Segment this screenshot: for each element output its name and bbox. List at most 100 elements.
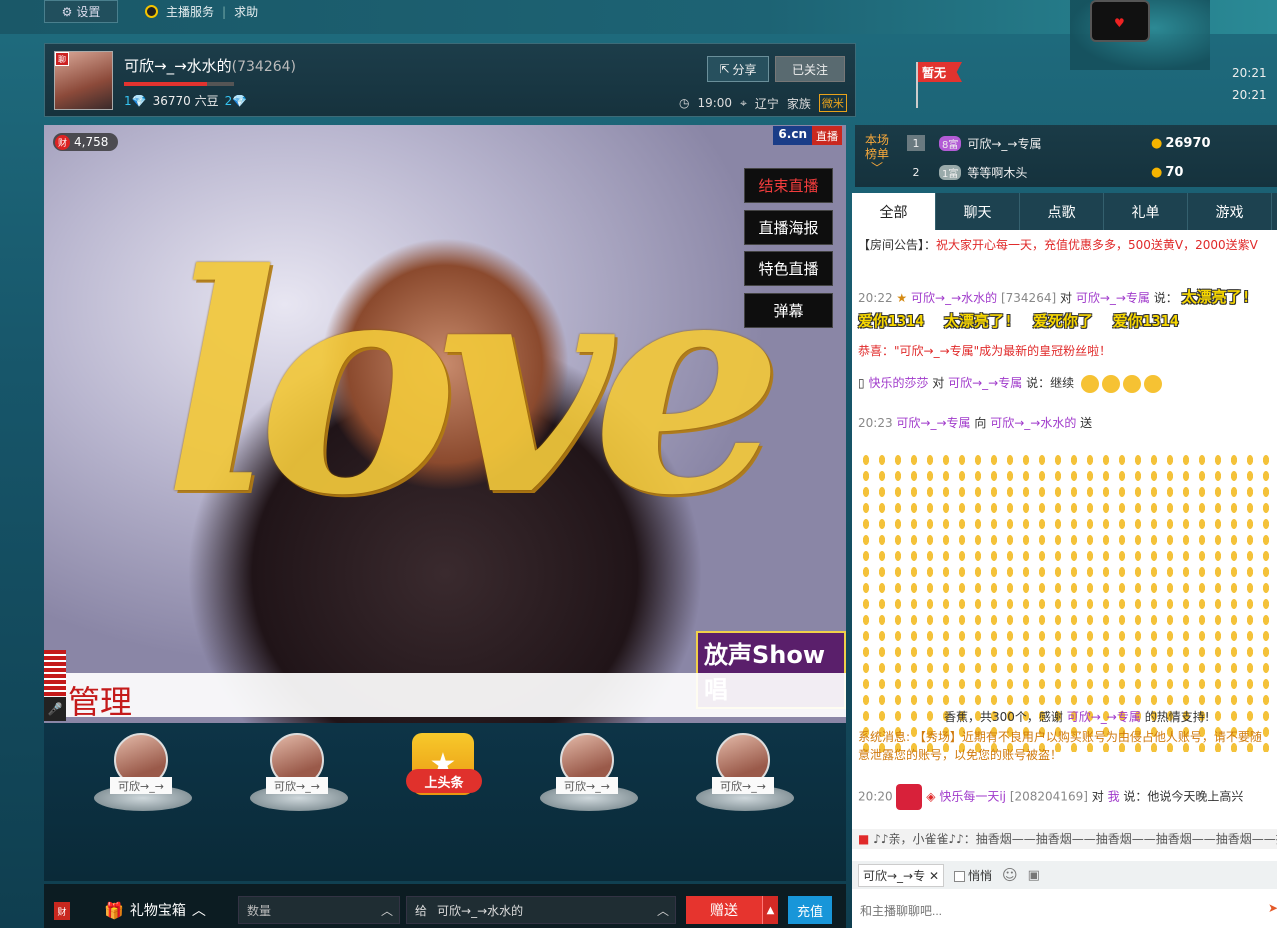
diamond-icon: 1💎 xyxy=(124,93,147,108)
seat[interactable]: 可欣→_→ xyxy=(94,733,192,813)
thinking-emoji-icon xyxy=(1080,374,1099,393)
ranking-title[interactable]: 本场榜单 ﹀ xyxy=(863,133,891,175)
settings-button[interactable]: ⚙ 设置 xyxy=(44,0,118,23)
notice-prefix: 【房间公告】： xyxy=(858,238,937,252)
site-logo: 6.cn xyxy=(773,126,812,145)
gift-icon: 🎁 xyxy=(104,900,124,920)
message-time: 20:20 xyxy=(858,789,893,804)
recipient-name: 可欣→_→水水的 xyxy=(437,903,524,918)
recipient-select[interactable]: 给 可欣→_→水水的 ︿ xyxy=(406,896,676,924)
notice-text: 祝大家开心每一天，充值优惠多多，500送黄V，2000送紫V xyxy=(936,238,1258,252)
send-arrow-icon[interactable]: ➤ xyxy=(1268,901,1277,915)
family-tag[interactable]: 微米 xyxy=(818,94,847,112)
host-stats: 1💎 36770 六豆 2💎 xyxy=(124,92,247,109)
rank-user: 可欣→_→专属 xyxy=(967,136,1042,151)
microphone-icon[interactable]: 🎤 xyxy=(44,697,66,721)
rank-number: 2 xyxy=(912,165,920,179)
sender[interactable]: 可欣→_→水水的 xyxy=(911,291,997,305)
help-link[interactable]: 求助 xyxy=(234,3,258,20)
live-video[interactable]: love 财 4,758 6.cn 直播 结束直播 直播海报 特色直播 弹幕 放… xyxy=(44,125,846,723)
emoji-icon[interactable]: ☺ xyxy=(1002,866,1018,884)
status-flag-label: 暂无 xyxy=(918,62,962,82)
whisper-checkbox[interactable]: 悄悄 xyxy=(954,867,992,884)
chat-message: 20:20 ◈ 快乐每一天ij [208204169] 对 我 说：他说今天晚上… xyxy=(858,784,1243,810)
recharge-button[interactable]: 充值 xyxy=(788,896,832,924)
recipient-chip-text: 可欣→_→专 xyxy=(863,868,926,883)
gift-summary-tail: 的热情支持! xyxy=(1144,710,1210,724)
sender-id: [734264] xyxy=(1000,291,1057,305)
chat-input[interactable] xyxy=(852,893,1277,928)
say-word: 说： xyxy=(1153,291,1178,305)
host-avatar[interactable]: 聊 xyxy=(54,51,113,110)
message-time: 20:22 xyxy=(858,291,893,305)
seat[interactable]: 可欣→_→ xyxy=(540,733,638,813)
sender[interactable]: 可欣→_→专属 xyxy=(896,416,970,430)
chat-message: ▯ 快乐的莎莎 对 可欣→_→专属 说：继续 xyxy=(858,374,1162,393)
message-text: 太漂亮了! xyxy=(1181,288,1251,306)
recipient[interactable]: 我 xyxy=(1108,790,1120,804)
seat[interactable]: 可欣→_→ xyxy=(250,733,348,813)
tab-song[interactable]: 点歌 xyxy=(1020,193,1104,230)
send-gift-button[interactable]: 赠送 xyxy=(686,896,762,924)
ranking-row[interactable]: 2 1富 等等啊木头 ● 70 xyxy=(907,158,1267,186)
top-links: 主播服务 | 求助 xyxy=(145,3,258,20)
follow-button[interactable]: 已关注 xyxy=(775,56,845,82)
chevron-up-icon: ︿ xyxy=(656,904,669,918)
manage-icon[interactable] xyxy=(44,650,66,696)
recipient[interactable]: 可欣→_→专属 xyxy=(1076,291,1150,305)
close-icon[interactable]: ✕ xyxy=(929,869,939,883)
wealth-icon: 财 xyxy=(55,134,70,150)
host-badge: 聊 xyxy=(55,52,69,66)
manage-text[interactable]: 管理 xyxy=(68,677,132,723)
message-text: 说：继续 xyxy=(1026,376,1075,390)
level-progress-fill xyxy=(124,82,207,86)
wealth-icon[interactable]: 财 xyxy=(54,902,70,920)
thinking-emoji-icon xyxy=(1143,374,1162,393)
recipient[interactable]: 可欣→_→水水的 xyxy=(990,416,1076,430)
share-button[interactable]: ⇱ 分享 xyxy=(707,56,769,82)
quantity-select[interactable]: 数量 ︿ xyxy=(238,896,400,924)
sender[interactable]: 快乐每一天ij xyxy=(939,790,1006,804)
tab-chat[interactable]: 聊天 xyxy=(936,193,1020,230)
ranking-row[interactable]: 1 8富 可欣→_→专属 ● 26970 xyxy=(907,129,1267,157)
image-icon[interactable]: ▣ xyxy=(1028,868,1040,883)
special-live-button[interactable]: 特色直播 xyxy=(744,251,833,286)
room-notice: 【房间公告】：祝大家开心每一天，充值优惠多多，500送黄V，2000送紫V xyxy=(858,236,1258,253)
send-options-button[interactable]: ▲ xyxy=(762,896,778,924)
danmaku-toggle[interactable]: 弹幕 xyxy=(744,293,833,328)
chat-messages[interactable]: 【房间公告】：祝大家开心每一天，充值优惠多多，500送黄V，2000送紫V 20… xyxy=(852,230,1277,855)
share-icon: ⇱ xyxy=(719,62,730,76)
tab-gifts[interactable]: 礼单 xyxy=(1104,193,1188,230)
recipient-prefix: 给 xyxy=(415,903,428,918)
user-avatar[interactable] xyxy=(896,784,923,810)
heart-icon: ♥ xyxy=(1114,16,1125,30)
location-icon: ⌖ xyxy=(740,95,747,110)
message-text: 爱你1314 xyxy=(1112,312,1179,330)
gift-sender[interactable]: 可欣→_→专属 xyxy=(1067,710,1141,724)
checkbox-icon xyxy=(954,870,966,882)
seat-label: 可欣→_→ xyxy=(266,777,328,794)
gift-box-button[interactable]: 🎁 礼物宝箱 ︿ xyxy=(104,900,206,920)
level-progress xyxy=(124,82,234,86)
recipient[interactable]: 可欣→_→专属 xyxy=(948,376,1022,390)
seat-label: 可欣→_→ xyxy=(712,777,774,794)
sender[interactable]: 快乐的莎莎 xyxy=(868,376,928,390)
to-word: 对 xyxy=(932,376,945,390)
message-time: 20:23 xyxy=(858,416,893,430)
live-poster-button[interactable]: 直播海报 xyxy=(744,210,833,245)
end-live-button[interactable]: 结束直播 xyxy=(744,168,833,203)
chevron-up-icon: ︿ xyxy=(191,903,206,919)
ranking-title-text: 本场榜单 xyxy=(864,133,889,161)
recipient-chip[interactable]: 可欣→_→专 ✕ xyxy=(858,863,945,887)
anchor-service-link[interactable]: 主播服务 xyxy=(166,3,214,20)
thinking-emoji-icon xyxy=(1101,374,1120,393)
tab-all[interactable]: 全部 xyxy=(852,193,936,230)
gift-box-label: 礼物宝箱 xyxy=(129,903,186,919)
host-header: 聊 可欣→_→水水的(734264) 1💎 36770 六豆 2💎 ⇱ 分享 已… xyxy=(44,43,856,117)
follow-label: 已关注 xyxy=(791,62,828,77)
headline-button[interactable]: ★ 上头条 xyxy=(406,733,482,817)
gift-summary-text: 香蕉，共300个，感谢 xyxy=(944,710,1063,724)
tab-games[interactable]: 游戏 xyxy=(1188,193,1272,230)
seat[interactable]: 可欣→_→ xyxy=(696,733,794,813)
rank-number: 1 xyxy=(907,135,925,151)
